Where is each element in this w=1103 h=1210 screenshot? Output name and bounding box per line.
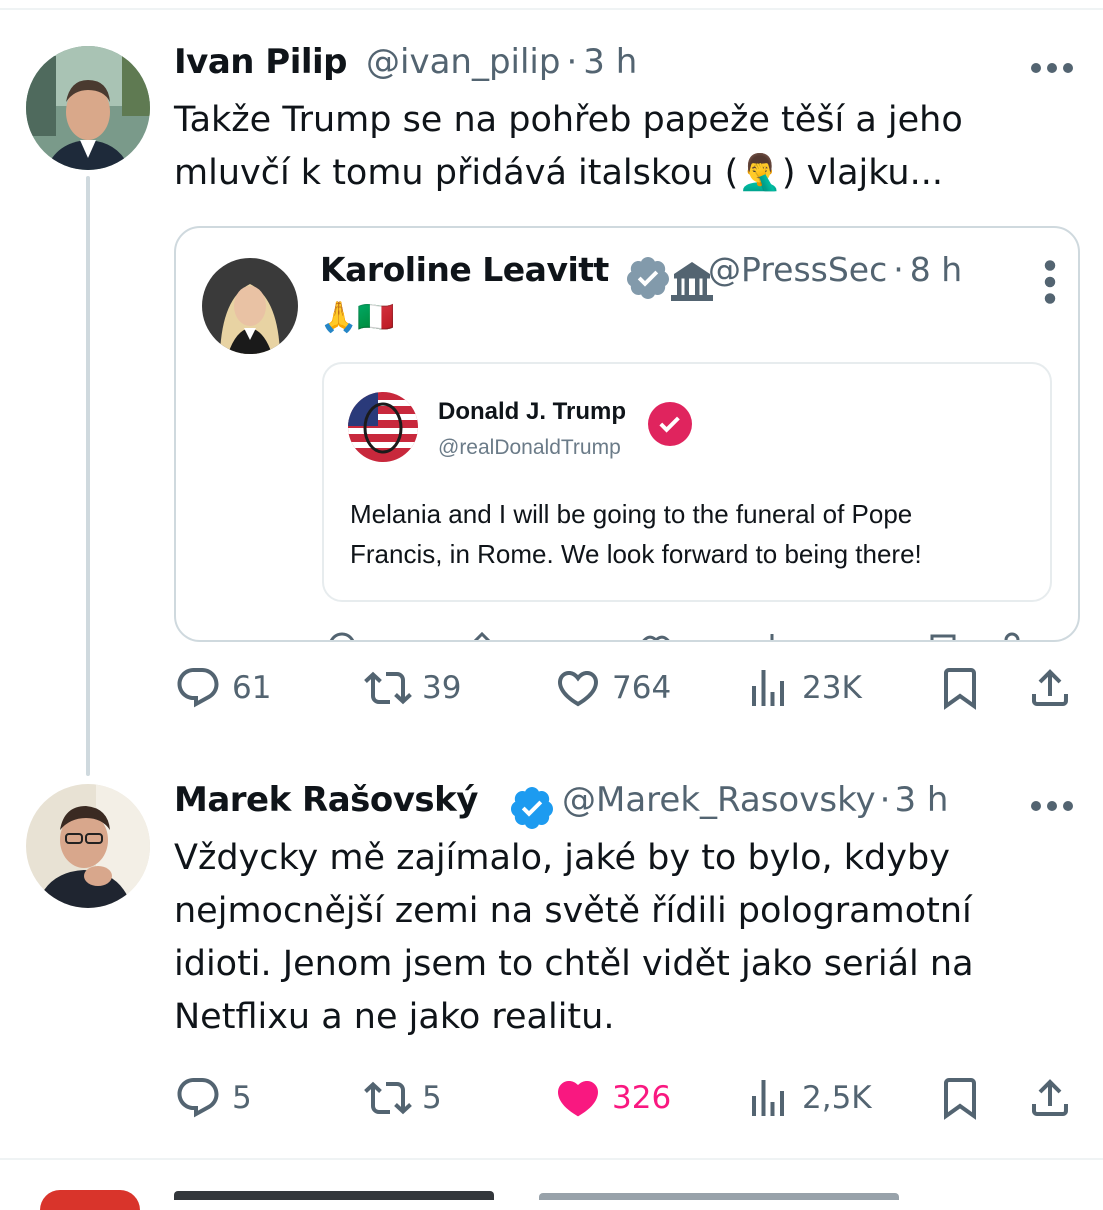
more-icon[interactable]: [1030, 48, 1074, 83]
embedded-post-card: Donald J. Trump @realDonaldTrump Melania…: [322, 362, 1052, 602]
author-handle[interactable]: @ivan_pilip · 3 h: [366, 42, 637, 82]
embedded-author-name: Donald J. Trump: [438, 398, 627, 425]
reply-count: 61: [232, 670, 272, 706]
verified-badge-icon: [508, 784, 556, 836]
next-tweet-avatar-cropped[interactable]: [40, 1190, 140, 1210]
reply-icon: [177, 1078, 219, 1118]
views-button[interactable]: 2,5K: [744, 1074, 872, 1122]
like-button[interactable]: 326: [554, 1074, 671, 1122]
reply-button[interactable]: 5: [174, 1074, 252, 1122]
retweet-icon: [364, 1081, 412, 1115]
more-icon[interactable]: [1026, 258, 1074, 310]
reply-button[interactable]: 61: [174, 664, 271, 712]
thread-connector: [86, 176, 90, 776]
retweet-icon: [364, 671, 412, 705]
avatar-karoline-leavitt[interactable]: [202, 258, 298, 354]
quoted-author-name[interactable]: Karoline Leavitt: [320, 250, 609, 289]
like-count: 326: [612, 1080, 672, 1116]
embedded-post-text: Melania and I will be going to the funer…: [350, 499, 922, 569]
retweet-count: 5: [422, 1080, 442, 1116]
avatar-ivan-pilip[interactable]: [26, 46, 150, 170]
share-icon[interactable]: [1026, 1074, 1074, 1126]
views-button[interactable]: 23K: [744, 664, 862, 712]
author-handle[interactable]: @Marek_Rasovsky · 3 h: [562, 780, 948, 820]
like-icon: [557, 671, 599, 707]
retweet-button[interactable]: 39: [364, 664, 461, 712]
next-tweet-header-cropped: [174, 1188, 934, 1200]
retweet-button[interactable]: 5: [364, 1074, 442, 1122]
avatar-donald-trump: [348, 392, 418, 462]
like-button[interactable]: 764: [554, 664, 671, 712]
tweet-text: Vždycky mě zajímalo, jaké by to bylo, kd…: [174, 838, 974, 1037]
verified-badge-icon: [646, 400, 694, 452]
reply-count: 5: [232, 1080, 252, 1116]
embedded-actions-cropped: [322, 624, 1042, 640]
views-icon: [752, 1080, 784, 1116]
bookmark-icon[interactable]: [936, 1074, 984, 1126]
verified-badge-icon: [624, 254, 672, 306]
like-icon: [557, 1081, 599, 1117]
quoted-author-handle[interactable]: @PressSec · 8 h: [708, 250, 962, 289]
reply-icon: [177, 668, 219, 708]
author-name[interactable]: Ivan Pilip: [174, 42, 348, 82]
quoted-tweet-text: 🙏🇮🇹: [320, 300, 395, 335]
bookmark-icon[interactable]: [936, 664, 984, 716]
bottom-divider: [0, 1158, 1103, 1160]
top-divider: [0, 8, 1103, 10]
retweet-count: 39: [422, 670, 462, 706]
views-count: 23K: [802, 670, 862, 706]
more-icon[interactable]: [1030, 786, 1074, 821]
views-count: 2,5K: [802, 1080, 872, 1116]
author-name[interactable]: Marek Rašovský: [174, 780, 478, 820]
embedded-author-handle: @realDonaldTrump: [438, 436, 621, 459]
quoted-tweet-card[interactable]: Karoline Leavitt @PressSec · 8 h 🙏🇮🇹 Don…: [174, 226, 1080, 642]
avatar-marek-rasovsky[interactable]: [26, 784, 150, 908]
tweet-text: Takže Trump se na pohřeb papeže těší a j…: [174, 100, 963, 193]
share-icon[interactable]: [1026, 664, 1074, 716]
like-count: 764: [612, 670, 672, 706]
views-icon: [752, 670, 784, 706]
